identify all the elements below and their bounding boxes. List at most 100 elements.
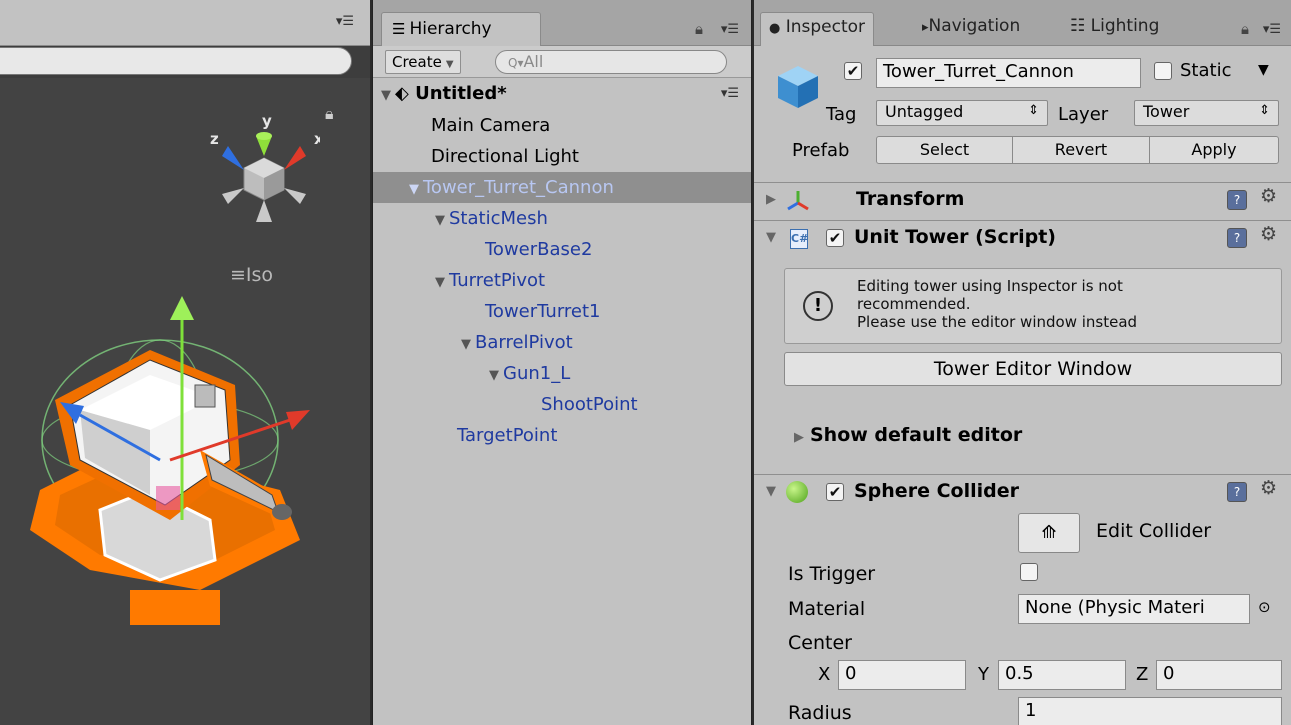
show-default-editor-foldout[interactable]: ▶ Show default editor xyxy=(794,424,1022,446)
tag-label: Tag xyxy=(826,104,857,125)
tag-dropdown[interactable]: Untagged ⇕ xyxy=(876,100,1048,126)
info-icon: ● xyxy=(769,21,781,36)
create-dropdown[interactable]: Create ▼ xyxy=(385,50,461,74)
expand-triangle-icon[interactable]: ▼ xyxy=(409,182,419,197)
collapse-triangle-icon[interactable]: ▶ xyxy=(794,430,804,445)
layer-dropdown[interactable]: Tower ⇕ xyxy=(1134,100,1279,126)
tab-navigation[interactable]: ▸Navigation xyxy=(914,12,1028,46)
hierarchy-item-turretpivot[interactable]: ▼ TurretPivot xyxy=(373,265,751,296)
edit-collider-button[interactable]: ⟰ xyxy=(1018,513,1080,553)
panel-menu-icon[interactable]: ▾☰ xyxy=(336,14,354,29)
gizmo-y-label: y xyxy=(262,112,272,130)
gameobject-cube-icon xyxy=(778,66,818,108)
expand-triangle-icon[interactable]: ▼ xyxy=(435,275,445,290)
hierarchy-item-staticmesh[interactable]: ▼ StaticMesh xyxy=(373,203,751,234)
lock-icon[interactable]: 🔒︎ xyxy=(1241,20,1249,38)
object-picker-icon[interactable]: ⊙ xyxy=(1258,598,1271,616)
sphere-collider-icon xyxy=(786,481,808,503)
orientation-gizmo[interactable]: y z x xyxy=(200,96,320,236)
hierarchy-item-towerturret1[interactable]: TowerTurret1 xyxy=(373,296,751,327)
hierarchy-search-input[interactable]: Q▾All xyxy=(495,50,727,74)
gear-icon[interactable]: ⚙ xyxy=(1260,223,1277,245)
scene-search-field[interactable] xyxy=(0,47,352,75)
material-label: Material xyxy=(788,598,866,620)
inspector-tab-bar: ● Inspector ▸Navigation ☷ Lighting 🔒︎ ▾☰ xyxy=(754,0,1291,46)
inspector-panel: ● Inspector ▸Navigation ☷ Lighting 🔒︎ ▾☰… xyxy=(754,0,1291,725)
center-x-field[interactable]: 0 xyxy=(838,660,966,690)
expand-triangle-icon[interactable]: ▼ xyxy=(766,230,776,245)
center-label: Center xyxy=(788,632,852,654)
lighting-icon: ☷ xyxy=(1070,16,1086,36)
prefab-select-button[interactable]: Select xyxy=(876,136,1013,164)
gear-icon[interactable]: ⚙ xyxy=(1260,477,1277,499)
layer-label: Layer xyxy=(1058,104,1109,125)
info-exclamation-icon: ! xyxy=(803,291,833,321)
static-checkbox[interactable] xyxy=(1154,62,1172,80)
center-y-label: Y xyxy=(978,664,989,685)
tower-turret-model[interactable] xyxy=(0,290,370,650)
hierarchy-item-main-camera[interactable]: Main Camera xyxy=(373,110,751,141)
prefab-revert-button[interactable]: Revert xyxy=(1012,136,1150,164)
panel-menu-icon[interactable]: ▾☰ xyxy=(1263,22,1281,37)
help-box-text: Editing tower using Inspector is not rec… xyxy=(857,277,1138,331)
expand-triangle-icon[interactable]: ▼ xyxy=(381,88,391,103)
sphere-collider-component-header[interactable]: ▼ ✔ Sphere Collider ? ⚙ xyxy=(754,474,1291,508)
hierarchy-item-gun1-l[interactable]: ▼ Gun1_L xyxy=(373,358,751,389)
scene-root-row[interactable]: ▼ ⬖ Untitled* ▾☰ xyxy=(373,78,751,110)
help-box: ! Editing tower using Inspector is not r… xyxy=(784,268,1282,344)
radius-label: Radius xyxy=(788,702,852,724)
transform-icon xyxy=(787,191,809,211)
tab-hierarchy[interactable]: ☰ Hierarchy xyxy=(381,12,541,46)
object-name-field[interactable]: Tower_Turret_Cannon xyxy=(876,58,1141,88)
static-dropdown-arrow-icon[interactable]: ▼ xyxy=(1258,62,1269,78)
tab-inspector[interactable]: ● Inspector xyxy=(760,12,875,46)
radius-field[interactable]: 1 xyxy=(1018,697,1282,725)
center-z-field[interactable]: 0 xyxy=(1156,660,1282,690)
material-field[interactable]: None (Physic Materi xyxy=(1018,594,1250,624)
gameobject-header: ✔ Tower_Turret_Cannon Static ▼ Tag Untag… xyxy=(754,46,1291,176)
dropdown-arrow-icon: ▼ xyxy=(445,59,454,70)
scene-view-panel: ▾☰ y z x 🔒︎ ≡Iso xyxy=(0,0,370,725)
edit-collider-label: Edit Collider xyxy=(1096,520,1212,542)
gizmo-x-label: x xyxy=(314,130,320,148)
lock-icon[interactable]: 🔒︎ xyxy=(325,104,334,124)
prefab-apply-button[interactable]: Apply xyxy=(1149,136,1279,164)
unity-scene-icon: ⬖ xyxy=(395,83,409,104)
hierarchy-item-towerbase2[interactable]: TowerBase2 xyxy=(373,234,751,265)
hierarchy-item-tower-turret-cannon[interactable]: ▼ Tower_Turret_Cannon xyxy=(373,172,751,203)
is-trigger-label: Is Trigger xyxy=(788,563,876,585)
expand-triangle-icon[interactable]: ▼ xyxy=(489,368,499,383)
edit-collider-icon: ⟰ xyxy=(1041,522,1057,543)
gear-icon[interactable]: ⚙ xyxy=(1260,185,1277,207)
hierarchy-item-directional-light[interactable]: Directional Light xyxy=(373,141,751,172)
sphere-collider-enabled-checkbox[interactable]: ✔ xyxy=(826,483,844,501)
lock-icon[interactable]: 🔒︎ xyxy=(695,20,703,38)
expand-triangle-icon[interactable]: ▼ xyxy=(461,337,471,352)
hierarchy-item-barrelpivot[interactable]: ▼ BarrelPivot xyxy=(373,327,751,358)
hierarchy-item-shootpoint[interactable]: ShootPoint xyxy=(373,389,751,420)
help-book-icon[interactable]: ? xyxy=(1227,228,1247,248)
transform-component-header[interactable]: ▶ Transform ? ⚙ xyxy=(754,182,1291,216)
dropdown-arrow-icon: ⇕ xyxy=(1028,103,1039,118)
projection-label[interactable]: ≡Iso xyxy=(230,264,273,286)
scene-tab-bar: ▾☰ xyxy=(0,0,370,46)
tower-editor-window-button[interactable]: Tower Editor Window xyxy=(784,352,1282,386)
tab-lighting[interactable]: ☷ Lighting xyxy=(1062,12,1167,46)
unit-tower-enabled-checkbox[interactable]: ✔ xyxy=(826,229,844,247)
hierarchy-item-targetpoint[interactable]: TargetPoint xyxy=(373,420,751,451)
search-icon: Q▾ xyxy=(508,56,524,70)
active-checkbox[interactable]: ✔ xyxy=(844,62,862,80)
center-y-field[interactable]: 0.5 xyxy=(998,660,1126,690)
help-book-icon[interactable]: ? xyxy=(1227,482,1247,502)
unit-tower-component-header[interactable]: ▼ C# ✔ Unit Tower (Script) ? ⚙ xyxy=(754,220,1291,254)
hierarchy-list-icon: ☰ xyxy=(392,20,406,38)
hierarchy-toolbar: Create ▼ Q▾All xyxy=(373,46,751,78)
expand-triangle-icon[interactable]: ▼ xyxy=(435,213,445,228)
is-trigger-checkbox[interactable] xyxy=(1020,563,1038,581)
collapse-triangle-icon[interactable]: ▶ xyxy=(766,192,776,207)
hierarchy-tab-bar: ☰ Hierarchy 🔒︎ ▾☰ xyxy=(373,0,751,46)
panel-menu-icon[interactable]: ▾☰ xyxy=(721,22,739,37)
scene-menu-icon[interactable]: ▾☰ xyxy=(721,78,739,110)
help-book-icon[interactable]: ? xyxy=(1227,190,1247,210)
expand-triangle-icon[interactable]: ▼ xyxy=(766,484,776,499)
